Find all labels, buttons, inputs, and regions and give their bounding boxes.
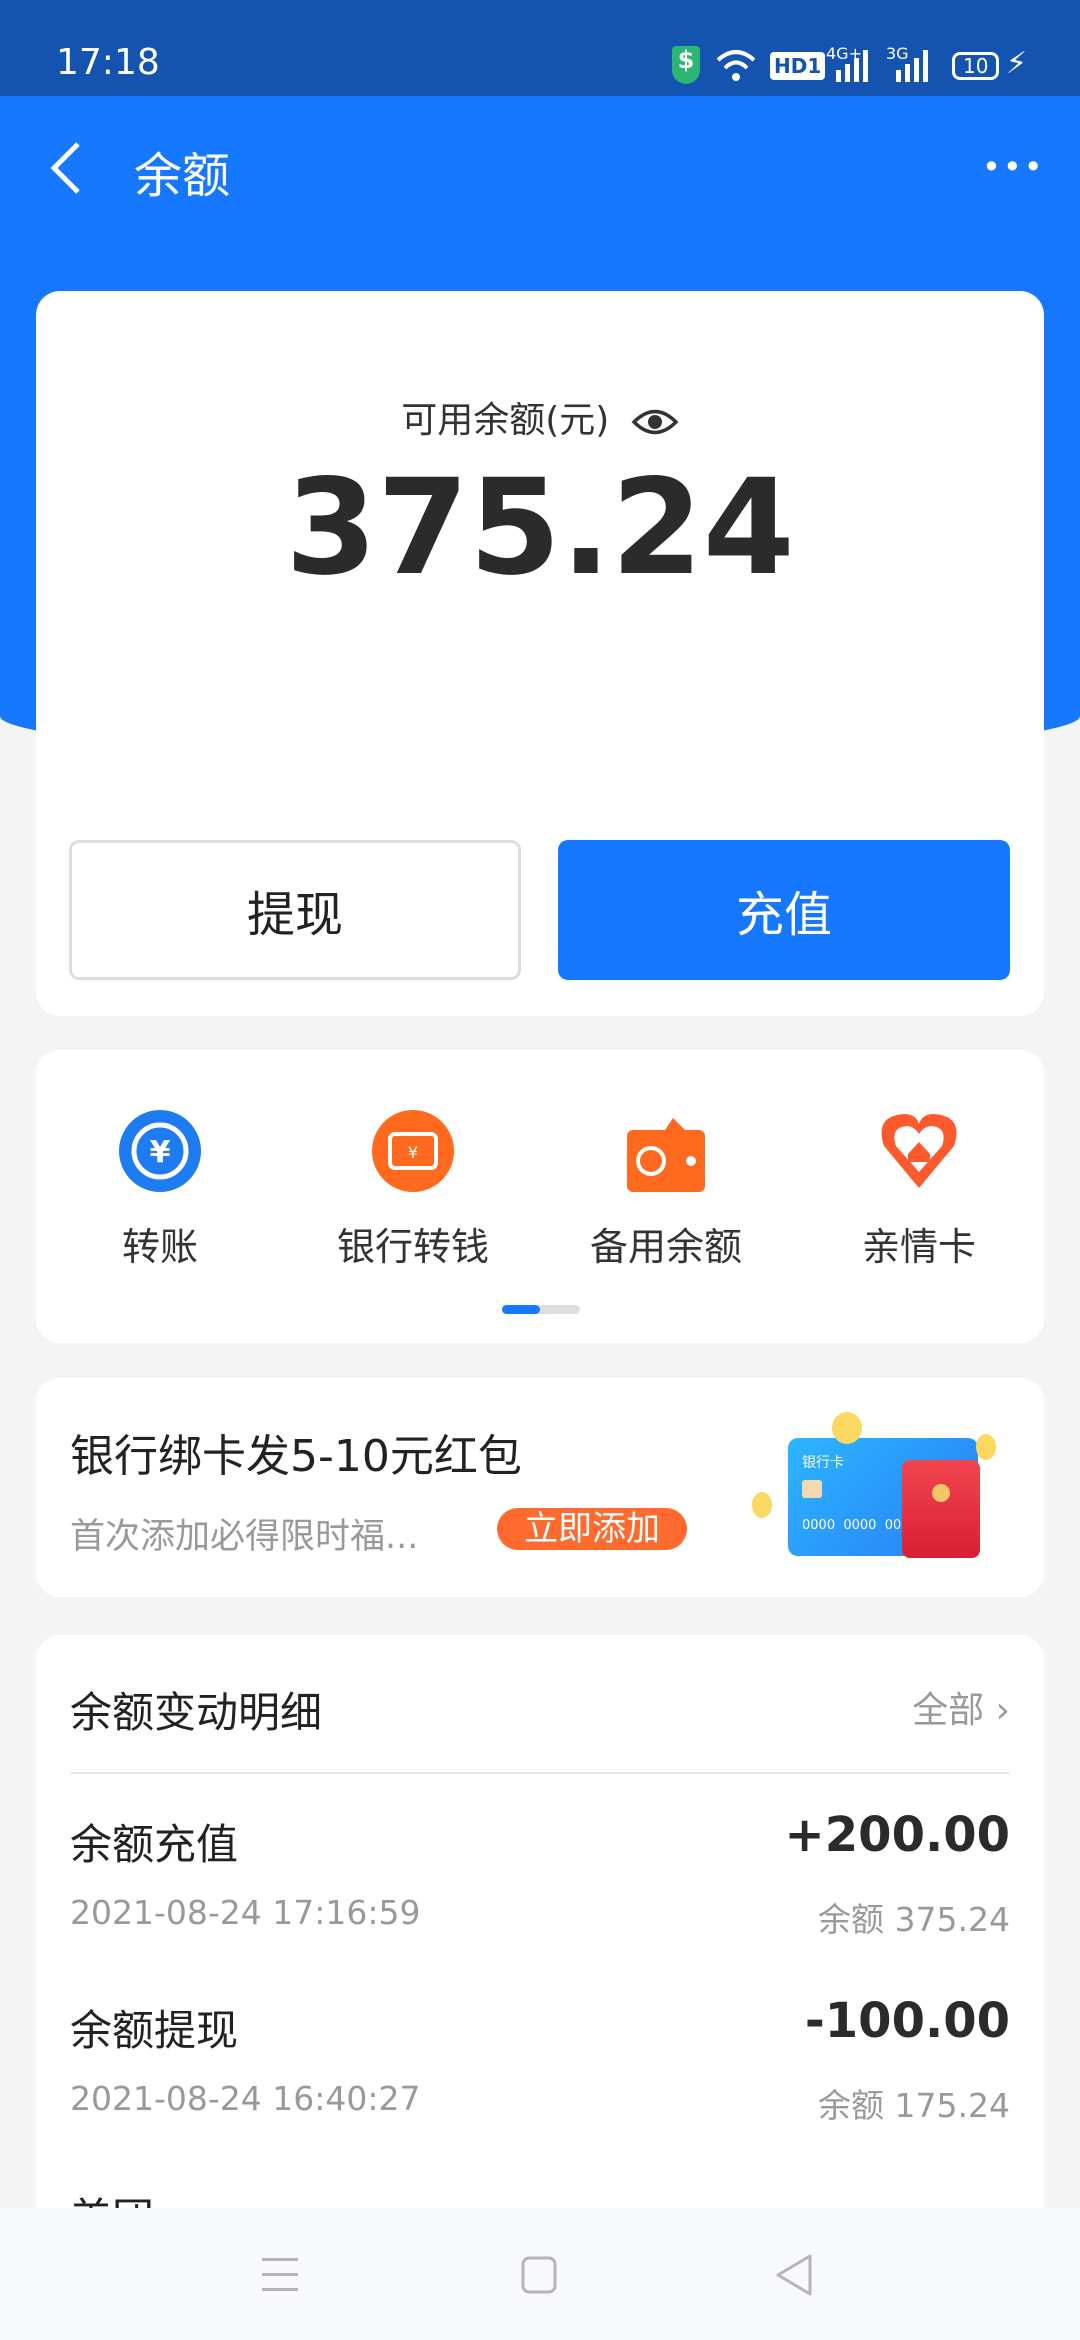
promo-subtitle: 首次添加必得限时福... <box>70 1508 418 1559</box>
hd-icon: HD1 <box>770 52 826 80</box>
history-title: 余额变动明细 <box>70 1688 323 1737</box>
recharge-button[interactable]: 充值 <box>558 840 1010 980</box>
quick-item-label: 转账 <box>121 1225 198 1269</box>
quick-item-transfer[interactable]: ¥ 转账 <box>60 1110 260 1271</box>
battery-icon: 10 <box>952 52 1000 80</box>
divider <box>70 1772 1010 1774</box>
quick-item-spare-balance[interactable]: 备用余额 <box>566 1110 766 1271</box>
signal-icon-2 <box>896 50 928 82</box>
view-all-link[interactable]: 全部 › <box>912 1681 1010 1733</box>
withdraw-button[interactable]: 提现 <box>69 840 521 980</box>
row-amount: +200.00 <box>784 1807 1010 1863</box>
status-bar: 17:18 $ HD1 4G+ 3G 10 ⚡ <box>0 0 1080 96</box>
svg-text:¥: ¥ <box>150 1135 171 1170</box>
home-icon[interactable] <box>520 2256 560 2296</box>
page-title: 余额 <box>134 148 231 204</box>
back-icon[interactable] <box>48 140 84 196</box>
balance-label: 可用余额(元) <box>401 400 610 441</box>
signal-icon <box>836 50 868 82</box>
menu-icon[interactable] <box>262 2258 302 2292</box>
coin-icon <box>832 1412 862 1444</box>
security-shield-icon: $ <box>672 46 700 84</box>
page-indicator-active <box>502 1305 540 1314</box>
coin-icon <box>976 1434 996 1460</box>
quick-item-label: 银行转钱 <box>336 1225 489 1269</box>
bank-transfer-icon: ¥ <box>372 1110 454 1192</box>
quick-item-label: 亲情卡 <box>861 1225 976 1269</box>
back-nav-icon[interactable] <box>774 2254 814 2296</box>
promo-subtitle-text: 首次添加必得限时福... <box>70 1517 419 1557</box>
charging-icon: ⚡ <box>1006 46 1028 81</box>
balance-amount: 375.24 <box>285 451 795 605</box>
wallet-icon <box>627 1118 705 1192</box>
svg-text:¥: ¥ <box>408 1143 418 1162</box>
row-balance: 余额 375.24 <box>818 1900 1010 1939</box>
navigation-bar <box>0 2208 1080 2340</box>
promo-card[interactable]: 银行绑卡发5-10元红包 首次添加必得限时福... 立即添加 银行卡 0000 … <box>36 1378 1044 1597</box>
quick-item-bank-transfer[interactable]: ¥ 银行转钱 <box>313 1110 513 1271</box>
bank-card-number: 0000 0000 00 <box>802 1518 902 1533</box>
view-all-label: 全部 <box>912 1690 985 1731</box>
red-envelope-icon <box>902 1460 980 1558</box>
status-time: 17:18 <box>56 42 160 83</box>
page-indicator <box>502 1305 580 1314</box>
promo-title: 银行绑卡发5-10元红包 <box>70 1431 522 1482</box>
more-icon[interactable]: ••• <box>982 148 1045 186</box>
heart-home-icon <box>881 1114 957 1188</box>
row-name: 余额充值 <box>70 1820 239 1869</box>
row-name: 余额提现 <box>70 2006 239 2055</box>
row-balance: 余额 175.24 <box>818 2086 1010 2125</box>
history-row[interactable]: 余额充值 +200.00 2021-08-24 17:16:59 余额 375.… <box>70 1807 1010 1951</box>
balance-label-row: 可用余额(元) <box>36 391 1044 443</box>
bank-card-label: 银行卡 <box>802 1455 844 1471</box>
history-row[interactable]: 余额提现 -100.00 2021-08-24 16:40:27 余额 175.… <box>70 1993 1010 2137</box>
row-time: 2021-08-24 16:40:27 <box>70 2079 421 2118</box>
row-amount: -100.00 <box>804 1993 1010 2049</box>
eye-icon[interactable] <box>631 407 679 437</box>
add-now-button[interactable]: 立即添加 <box>497 1508 687 1550</box>
quick-item-family-card[interactable]: 亲情卡 <box>819 1110 1019 1271</box>
transfer-icon: ¥ <box>119 1110 201 1192</box>
wifi-icon <box>716 50 756 81</box>
chip-icon <box>802 1480 822 1498</box>
quick-item-label: 备用余额 <box>589 1225 742 1269</box>
row-time: 2021-08-24 17:16:59 <box>70 1893 421 1932</box>
coin-icon <box>752 1492 772 1518</box>
chevron-right-icon: › <box>995 1690 1010 1731</box>
history-card: 余额变动明细 全部 › 余额充值 +200.00 2021-08-24 17:1… <box>36 1635 1044 2255</box>
